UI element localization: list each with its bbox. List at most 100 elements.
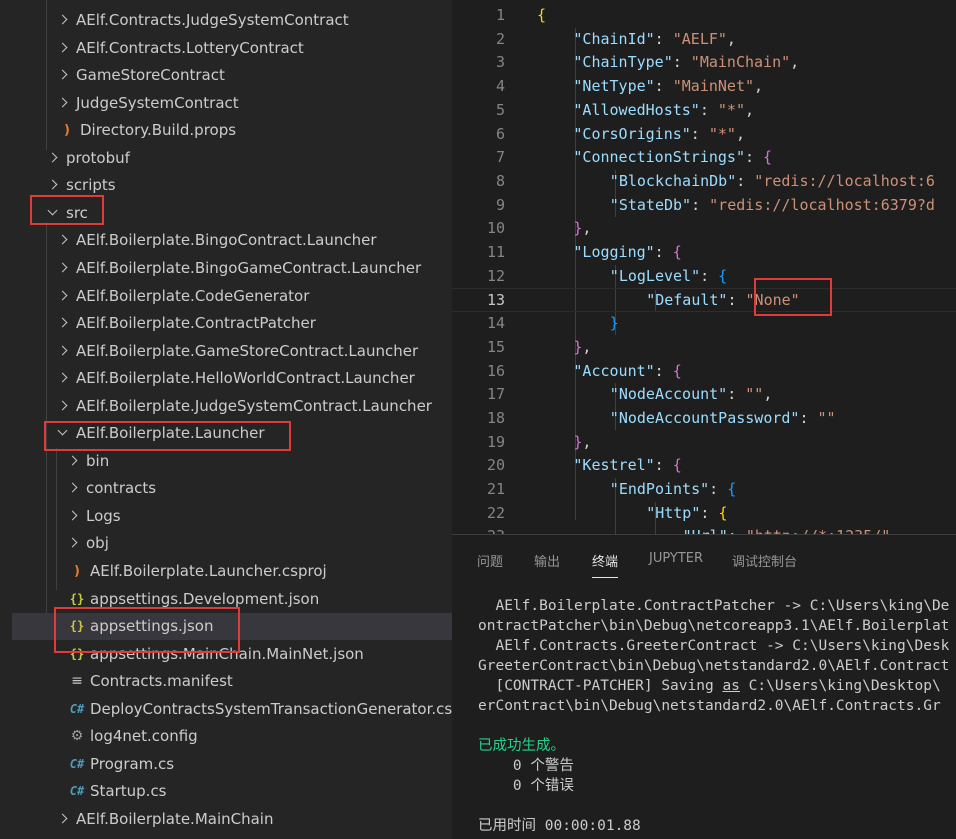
tree-file[interactable]: ≡ Contracts.manifest: [12, 668, 452, 695]
code-line[interactable]: 13 "Default": "None": [452, 288, 956, 313]
tree-file[interactable]: C# DeployContractsSystemTransactionGenera…: [12, 695, 452, 722]
code-token: :: [728, 527, 746, 534]
code-editor[interactable]: 1{2 "ChainId": "AELF", 3 "ChainType": "Main…: [452, 0, 956, 534]
tree-file[interactable]: {} appsettings.MainChain.MainNet.json: [12, 640, 452, 667]
tree-item-label: bin: [86, 451, 110, 470]
tree-folder[interactable]: AElf.Boilerplate.ContractPatcher: [12, 310, 452, 337]
panel-tab[interactable]: 终端: [592, 551, 619, 578]
code-line[interactable]: 20 "Kestrel": {: [452, 454, 956, 478]
code-text: "StateDb": "redis://localhost:6379?d: [610, 194, 935, 218]
tree-folder[interactable]: Logs: [12, 502, 452, 529]
tree-file[interactable]: ) Directory.Build.props: [12, 117, 452, 144]
code-line[interactable]: 7 "ConnectionStrings": {: [452, 146, 956, 170]
tree-file[interactable]: ) AElf.Boilerplate.Launcher.csproj: [12, 558, 452, 585]
line-number: 15: [486, 337, 505, 356]
chevron-right-icon[interactable]: [58, 98, 68, 108]
tree-folder[interactable]: AElf.Boilerplate.CodeGenerator: [12, 282, 452, 309]
tree-folder[interactable]: JudgeSystemContract: [12, 89, 452, 116]
tree-folder[interactable]: AElf.Boilerplate.JudgeSystemContract.Lau…: [12, 392, 452, 419]
terminal-text: [CONTRACT-PATCHER] Saving: [478, 678, 723, 694]
tree-folder[interactable]: AElf.Contracts.JudgeSystemContract: [12, 7, 452, 34]
tree-folder[interactable]: contracts: [12, 475, 452, 502]
code-line[interactable]: 18 "NodeAccountPassword": "": [452, 407, 956, 431]
code-line[interactable]: 21 "EndPoints": {: [452, 478, 956, 502]
tree-folder[interactable]: AElf.Boilerplate.GameStoreContract.Launc…: [12, 337, 452, 364]
terminal-line: 0 个警告: [478, 758, 574, 774]
tree-folder[interactable]: protobuf: [12, 144, 452, 171]
code-line[interactable]: 15},: [452, 336, 956, 360]
tree-file[interactable]: C# Program.cs: [12, 750, 452, 777]
chevron-right-icon[interactable]: [58, 401, 68, 411]
panel-tab[interactable]: 调试控制台: [732, 551, 797, 570]
code-line[interactable]: 23 "Url": "http://*:1235/": [452, 525, 956, 534]
tree-item-label: appsettings.Development.json: [90, 589, 320, 608]
chevron-right-icon[interactable]: [58, 318, 68, 328]
code-line[interactable]: 2 "ChainId": "AELF",: [452, 28, 956, 52]
tree-item-label: Startup.cs: [90, 782, 167, 801]
panel-tab[interactable]: 输出: [534, 551, 560, 570]
code-line[interactable]: 22 "Http": {: [452, 502, 956, 526]
code-line[interactable]: 8 "BlockchainDb": "redis://localhost:6: [452, 170, 956, 194]
code-text: "ConnectionStrings": {: [573, 146, 772, 170]
code-line[interactable]: 10},: [452, 217, 956, 241]
chevron-right-icon[interactable]: [68, 456, 78, 466]
tree-folder[interactable]: AElf.Boilerplate.BingoContract.Launcher: [12, 227, 452, 254]
tree-folder[interactable]: scripts: [12, 172, 452, 199]
tree-folder[interactable]: src: [12, 199, 452, 226]
code-line[interactable]: 19},: [452, 431, 956, 455]
code-line[interactable]: 9 "StateDb": "redis://localhost:6379?d: [452, 194, 956, 218]
tree-folder[interactable]: AElf.Boilerplate.BingoGameContract.Launc…: [12, 254, 452, 281]
code-line[interactable]: 17 "NodeAccount": "",: [452, 383, 956, 407]
code-line[interactable]: 16 "Account": {: [452, 360, 956, 384]
chevron-down-icon[interactable]: [48, 208, 58, 218]
chevron-right-icon[interactable]: [68, 511, 78, 521]
chevron-right-icon[interactable]: [68, 538, 78, 548]
chevron-right-icon[interactable]: [58, 373, 68, 383]
tree-item-label: AElf.Boilerplate.GameStoreContract.Launc…: [76, 341, 419, 360]
tree-folder[interactable]: AElf.Boilerplate.Launcher: [12, 420, 452, 447]
code-line[interactable]: 5 "AllowedHosts": "*",: [452, 99, 956, 123]
code-text: "ChainId": "AELF",: [573, 28, 736, 52]
tree-file[interactable]: ⚙ log4net.config: [12, 723, 452, 750]
tree-file[interactable]: {} appsettings.Development.json: [12, 585, 452, 612]
code-token: "NetType": [573, 77, 655, 96]
code-token: "None": [745, 291, 800, 310]
chevron-right-icon[interactable]: [58, 15, 68, 25]
tree-item-label: log4net.config: [90, 727, 198, 746]
csharp-icon: C#: [69, 756, 85, 771]
tree-file[interactable]: C# Startup.cs: [12, 778, 452, 805]
code-token: "MainNet": [672, 77, 755, 96]
chevron-right-icon[interactable]: [58, 263, 68, 273]
code-line[interactable]: 3 "ChainType": "MainChain",: [452, 51, 956, 75]
code-line[interactable]: 14}: [452, 312, 956, 336]
tree-folder[interactable]: AElf.Contracts.LotteryContract: [12, 34, 452, 61]
code-token: "ConnectionStrings": [573, 148, 745, 167]
chevron-right-icon[interactable]: [68, 483, 78, 493]
chevron-right-icon[interactable]: [58, 70, 68, 80]
tree-folder[interactable]: obj: [12, 530, 452, 557]
tree-folder[interactable]: AElf.Boilerplate.HelloWorldContract.Laun…: [12, 365, 452, 392]
line-number: 13: [486, 291, 505, 310]
chevron-down-icon[interactable]: [58, 428, 68, 438]
chevron-right-icon[interactable]: [58, 814, 68, 824]
code-line[interactable]: 12 "LogLevel": {: [452, 265, 956, 289]
chevron-right-icon[interactable]: [58, 235, 68, 245]
panel-tab-bar: 问题 输出 终端 JUPYTER 调试控制台: [452, 535, 956, 583]
chevron-right-icon[interactable]: [58, 43, 68, 53]
code-line[interactable]: 4 "NetType": "MainNet",: [452, 75, 956, 99]
tree-folder[interactable]: GameStoreContract: [12, 62, 452, 89]
json-icon: {}: [69, 619, 85, 634]
chevron-right-icon[interactable]: [58, 291, 68, 301]
chevron-right-icon[interactable]: [58, 346, 68, 356]
code-line[interactable]: 11 "Logging": {: [452, 241, 956, 265]
code-line[interactable]: 6 "CorsOrigins": "*",: [452, 123, 956, 147]
panel-tab[interactable]: JUPYTER: [649, 551, 703, 566]
panel-tab[interactable]: 问题: [477, 551, 503, 570]
tree-folder[interactable]: AElf.Boilerplate.MainChain: [12, 805, 452, 832]
tree-folder[interactable]: bin: [12, 447, 452, 474]
code-line[interactable]: 1{: [452, 4, 956, 28]
tree-file[interactable]: {} appsettings.json: [12, 612, 452, 640]
chevron-right-icon[interactable]: [48, 153, 58, 163]
code-token: :: [654, 29, 673, 48]
chevron-right-icon[interactable]: [48, 180, 58, 190]
